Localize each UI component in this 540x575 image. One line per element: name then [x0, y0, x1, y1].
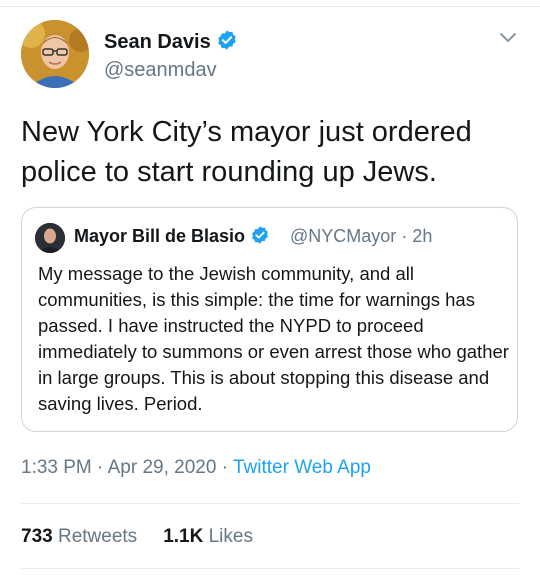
quoted-tweet-card[interactable]: Mayor Bill de Blasio @NYCMayor · 2h My m… — [21, 207, 518, 432]
verified-badge-icon — [216, 29, 238, 57]
quoted-handle-row: @NYCMayor · 2h — [290, 225, 432, 247]
likes-count: 1.1K — [163, 526, 204, 547]
retweets-count: 733 — [21, 526, 53, 547]
tweet-stats: 733 Retweets 1.1K Likes — [21, 525, 253, 549]
likes-stat[interactable]: 1.1K Likes — [163, 526, 253, 547]
meta-separator: · — [97, 457, 104, 478]
quoted-author-handle[interactable]: @NYCMayor — [290, 226, 396, 246]
author-name[interactable]: Sean Davis — [104, 31, 211, 53]
quoted-author-name[interactable]: Mayor Bill de Blasio — [74, 226, 245, 246]
author-avatar[interactable] — [21, 20, 89, 88]
quoted-author-name-row[interactable]: Mayor Bill de Blasio — [74, 225, 270, 250]
retweets-stat[interactable]: 733 Retweets — [21, 526, 137, 547]
quoted-tweet-text: My message to the Jewish community, and … — [38, 263, 509, 414]
meta-separator: · — [221, 457, 229, 478]
quoted-author-avatar[interactable] — [35, 223, 65, 253]
tweet-time[interactable]: 1:33 PM — [21, 457, 92, 478]
chevron-down-icon[interactable] — [498, 31, 518, 45]
tweet-date[interactable]: Apr 29, 2020 — [108, 457, 217, 478]
verified-badge-icon — [250, 225, 270, 250]
author-name-row[interactable]: Sean Davis — [104, 29, 238, 57]
quoted-separator: · — [401, 226, 408, 246]
top-divider — [0, 6, 540, 7]
quoted-age[interactable]: 2h — [412, 226, 432, 246]
tweet-meta: 1:33 PM · Apr 29, 2020 · Twitter Web App — [21, 456, 371, 480]
divider — [21, 503, 519, 504]
tweet-text: New York City’s mayor just ordered polic… — [21, 116, 472, 188]
author-handle[interactable]: @seanmdav — [104, 58, 217, 82]
likes-label: Likes — [208, 526, 253, 547]
tweet-source-app[interactable]: Twitter Web App — [233, 457, 371, 478]
retweets-label: Retweets — [57, 526, 138, 547]
divider — [21, 568, 519, 569]
